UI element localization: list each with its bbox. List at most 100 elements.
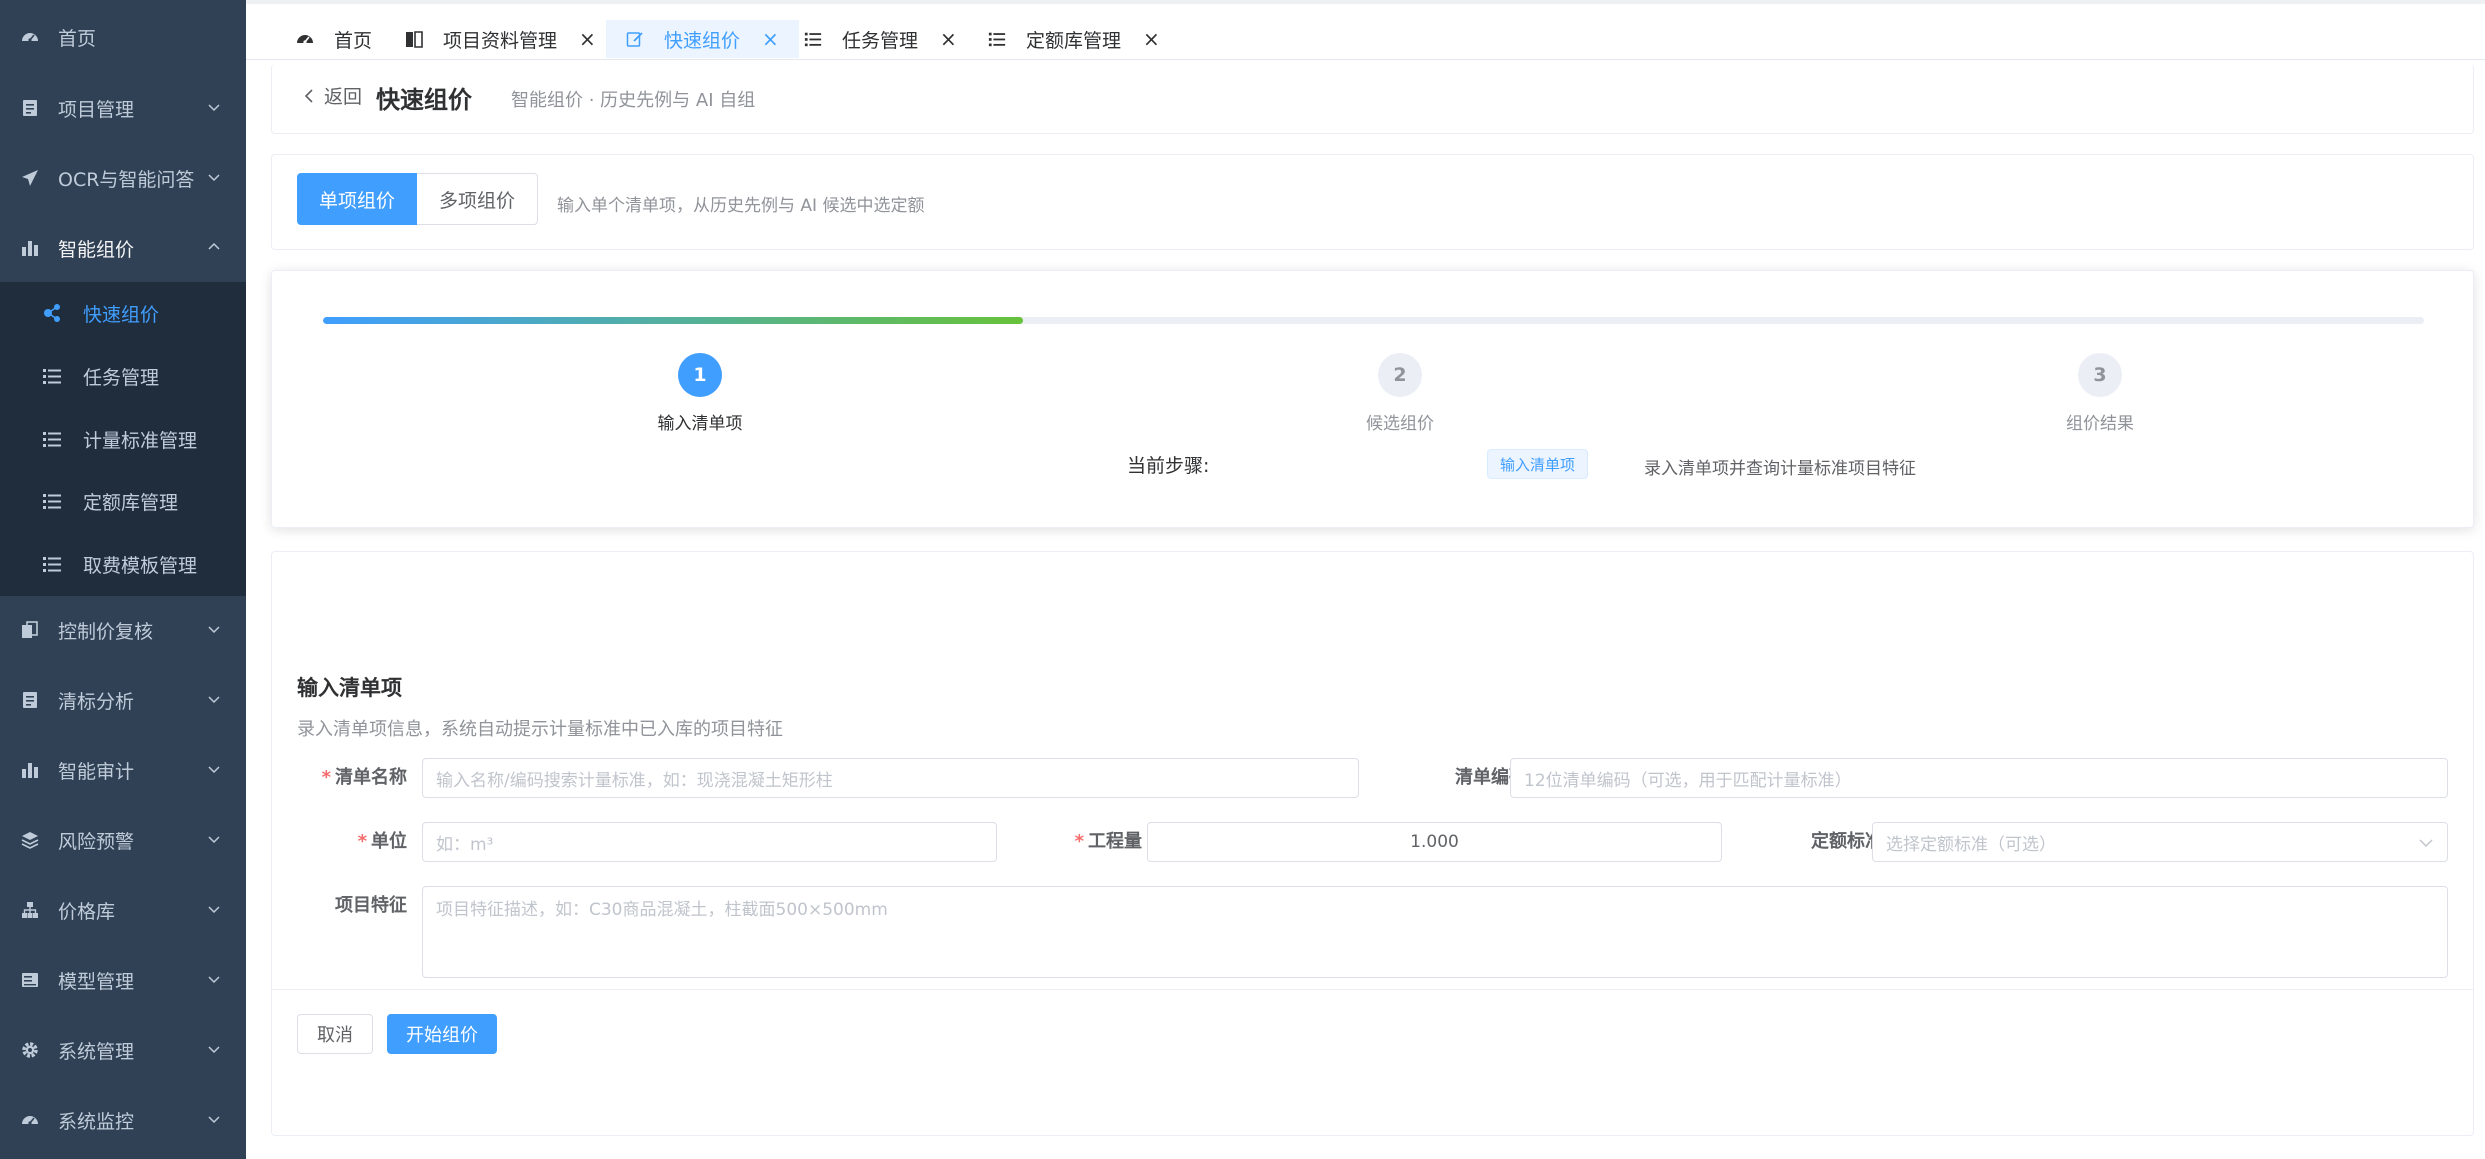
form-description: 录入清单项信息，系统自动提示计量标准中已入库的项目特征 xyxy=(297,719,783,740)
chevron-down-icon xyxy=(208,976,220,984)
sidebar-item-risk-warning[interactable]: 风险预警 xyxy=(0,805,246,875)
name-label: * 清单名称 xyxy=(321,767,407,788)
step-number: 3 xyxy=(2078,353,2122,397)
code-label: 清单编码 xyxy=(1455,767,1527,788)
chevron-down-icon xyxy=(208,1046,220,1054)
step-label: 组价结果 xyxy=(2066,414,2134,434)
tab-project-docs[interactable]: 项目资料管理 × xyxy=(405,20,596,58)
page-header: 返回 快速组价 智能组价 · 历史先例与 AI 自组 xyxy=(271,64,2474,134)
name-input[interactable]: 输入名称/编码搜索计量标准，如：现浇混凝土矩形柱 xyxy=(422,758,1359,798)
bar-chart-icon xyxy=(20,760,40,780)
sidebar-item-label: 风险预警 xyxy=(58,830,135,853)
feature-textarea[interactable]: 项目特征描述，如：C30商品混凝土，柱截面500×500mm xyxy=(422,886,2448,978)
step-number: 2 xyxy=(1378,353,1422,397)
layers-icon xyxy=(20,830,40,850)
sidebar-item-ocr[interactable]: OCR与智能问答 xyxy=(0,143,246,213)
gear-icon xyxy=(20,1040,40,1060)
sidebar-item-task-management[interactable]: 任务管理 xyxy=(0,345,246,407)
list-icon xyxy=(43,432,61,447)
single-pricing-button[interactable]: 单项组价 xyxy=(297,173,417,225)
sidebar-item-smart-pricing[interactable]: 智能组价 xyxy=(0,213,246,283)
mode-selector-card: 单项组价 多项组价 输入单个清单项，从历史先例与 AI 候选中选定额 xyxy=(271,154,2474,250)
sidebar-item-model-management[interactable]: 模型管理 xyxy=(0,945,246,1015)
submenu-smart-pricing: 快速组价 任务管理 计量标准管理 定额库管理 取费模板管理 xyxy=(0,282,246,596)
sidebar-item-price-library[interactable]: 价格库 xyxy=(0,875,246,945)
hierarchy-icon xyxy=(20,900,40,920)
divider xyxy=(272,989,2473,990)
list-icon xyxy=(804,29,824,49)
sidebar-item-quota-library[interactable]: 定额库管理 xyxy=(0,470,246,532)
chevron-down-icon xyxy=(2419,839,2433,848)
sidebar-item-label: OCR与智能问答 xyxy=(58,168,195,191)
sidebar-item-control-price[interactable]: 控制价复核 xyxy=(0,595,246,665)
sidebar-item-fee-template[interactable]: 取费模板管理 xyxy=(0,533,246,595)
unit-input[interactable]: 如：m³ xyxy=(422,822,997,862)
page-subtitle: 智能组价 · 历史先例与 AI 自组 xyxy=(511,90,756,111)
tab-quick-pricing[interactable]: 快速组价 × xyxy=(606,20,799,58)
sidebar-item-label: 系统管理 xyxy=(58,1040,135,1063)
list-icon xyxy=(43,369,61,384)
feature-label: 项目特征 xyxy=(335,895,407,916)
close-icon[interactable]: × xyxy=(940,29,957,49)
code-input[interactable]: 12位清单编码（可选，用于匹配计量标准） xyxy=(1510,758,2448,798)
share-nodes-icon xyxy=(44,304,60,322)
document-icon xyxy=(20,690,40,710)
multi-pricing-button[interactable]: 多项组价 xyxy=(417,173,538,225)
tab-label: 任务管理 xyxy=(842,29,919,52)
unit-label: * 单位 xyxy=(357,831,407,852)
sidebar-item-bid-analysis[interactable]: 清标分析 xyxy=(0,665,246,735)
quantity-input[interactable]: 1.000 xyxy=(1147,822,1722,862)
sidebar-item-label: 快速组价 xyxy=(83,303,160,326)
required-mark: * xyxy=(357,831,367,852)
sidebar-item-label: 首页 xyxy=(58,27,97,50)
sidebar-item-label: 模型管理 xyxy=(58,970,135,993)
step-label: 输入清单项 xyxy=(657,414,743,434)
progress-fill xyxy=(323,317,1023,324)
tags-bar: 首页 项目资料管理 × 快速组价 × 任务管理 × 定额库管理 × xyxy=(246,0,2485,60)
sidebar-item-label: 系统监控 xyxy=(58,1110,135,1133)
tab-quota-library[interactable]: 定额库管理 × xyxy=(988,20,1160,58)
sidebar-item-project[interactable]: 项目管理 xyxy=(0,73,246,143)
cancel-button[interactable]: 取消 xyxy=(297,1014,373,1054)
start-pricing-button[interactable]: 开始组价 xyxy=(387,1014,497,1054)
progress-track xyxy=(323,317,2424,324)
sidebar-item-system-management[interactable]: 系统管理 xyxy=(0,1015,246,1085)
sidebar-item-label: 控制价复核 xyxy=(58,620,154,643)
bar-chart-icon xyxy=(20,238,40,258)
chevron-down-icon xyxy=(208,626,220,634)
chevron-left-icon xyxy=(304,88,313,103)
edit-icon xyxy=(626,29,646,49)
sidebar-item-measurement-standard[interactable]: 计量标准管理 xyxy=(0,408,246,470)
tab-label: 首页 xyxy=(334,29,373,52)
tab-task-management[interactable]: 任务管理 × xyxy=(804,20,957,58)
page-title: 快速组价 xyxy=(376,86,472,114)
quota-standard-label: 定额标准 xyxy=(1811,831,1883,852)
back-button[interactable]: 返回 xyxy=(304,82,362,109)
steps-card: 1 输入清单项 2 候选组价 3 组价结果 当前步骤: 输入清单项 录入清单项并… xyxy=(271,270,2474,528)
chevron-down-icon xyxy=(208,104,220,112)
sidebar-item-label: 任务管理 xyxy=(83,366,160,389)
dashboard-icon xyxy=(20,1110,40,1130)
tab-label: 快速组价 xyxy=(664,29,741,52)
sidebar: 首页 项目管理 OCR与智能问答 智能组价 快速组价 任务管理 计量标准管理 定… xyxy=(0,0,246,1159)
server-icon xyxy=(20,970,40,990)
sidebar-item-label: 智能审计 xyxy=(58,760,135,783)
sidebar-item-system-monitor[interactable]: 系统监控 xyxy=(0,1085,246,1155)
input-form-card: 输入清单项 录入清单项信息，系统自动提示计量标准中已入库的项目特征 * 清单名称 … xyxy=(271,551,2474,1136)
close-icon[interactable]: × xyxy=(1143,29,1160,49)
dashboard-icon xyxy=(20,27,40,47)
quantity-label: * 工程量 xyxy=(1074,831,1142,852)
sidebar-item-quick-pricing[interactable]: 快速组价 xyxy=(0,282,246,344)
mode-hint: 输入单个清单项，从历史先例与 AI 候选中选定额 xyxy=(557,196,925,216)
form-title: 输入清单项 xyxy=(297,676,402,700)
close-icon[interactable]: × xyxy=(762,29,779,49)
quota-standard-select[interactable]: 选择定额标准（可选） xyxy=(1872,822,2448,862)
close-icon[interactable]: × xyxy=(579,29,596,49)
back-label: 返回 xyxy=(324,86,363,108)
tab-home[interactable]: 首页 xyxy=(296,20,372,58)
sidebar-item-home[interactable]: 首页 xyxy=(0,2,246,72)
sidebar-item-smart-audit[interactable]: 智能审计 xyxy=(0,735,246,805)
required-mark: * xyxy=(321,767,331,788)
list-icon xyxy=(43,557,61,572)
sidebar-item-label: 项目管理 xyxy=(58,98,135,121)
